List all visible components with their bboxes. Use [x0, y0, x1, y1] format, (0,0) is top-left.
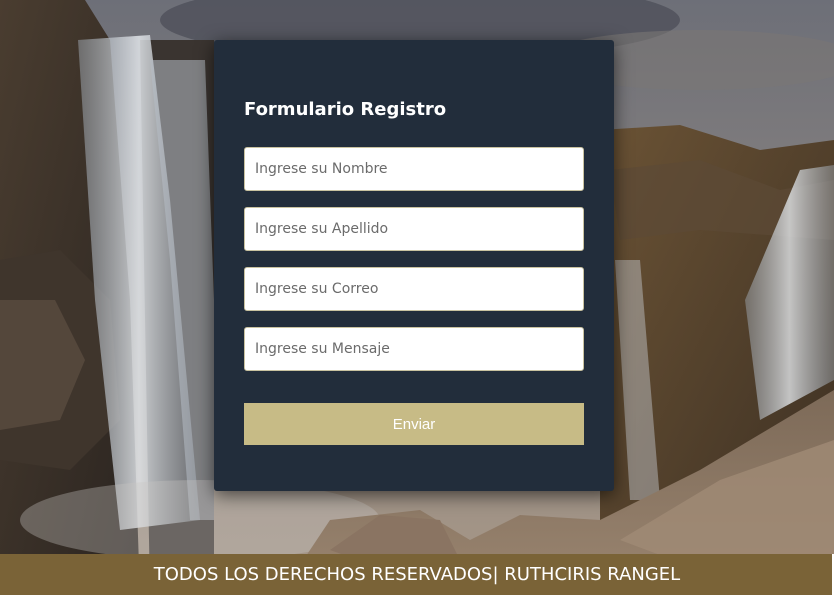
footer-copyright: TODOS LOS DERECHOS RESERVADOS| RUTHCIRIS… — [153, 564, 681, 585]
form-title: Formulario Registro — [244, 99, 447, 120]
submit-button[interactable]: Enviar — [244, 403, 584, 445]
page: Formulario Registro Enviar TODOS LOS DER… — [0, 0, 834, 595]
last-name-input[interactable] — [244, 207, 584, 251]
registration-form: Formulario Registro Enviar — [214, 40, 614, 491]
message-input[interactable] — [244, 327, 584, 371]
first-name-input[interactable] — [244, 147, 584, 191]
email-input[interactable] — [244, 267, 584, 311]
footer: TODOS LOS DERECHOS RESERVADOS| RUTHCIRIS… — [0, 554, 834, 595]
